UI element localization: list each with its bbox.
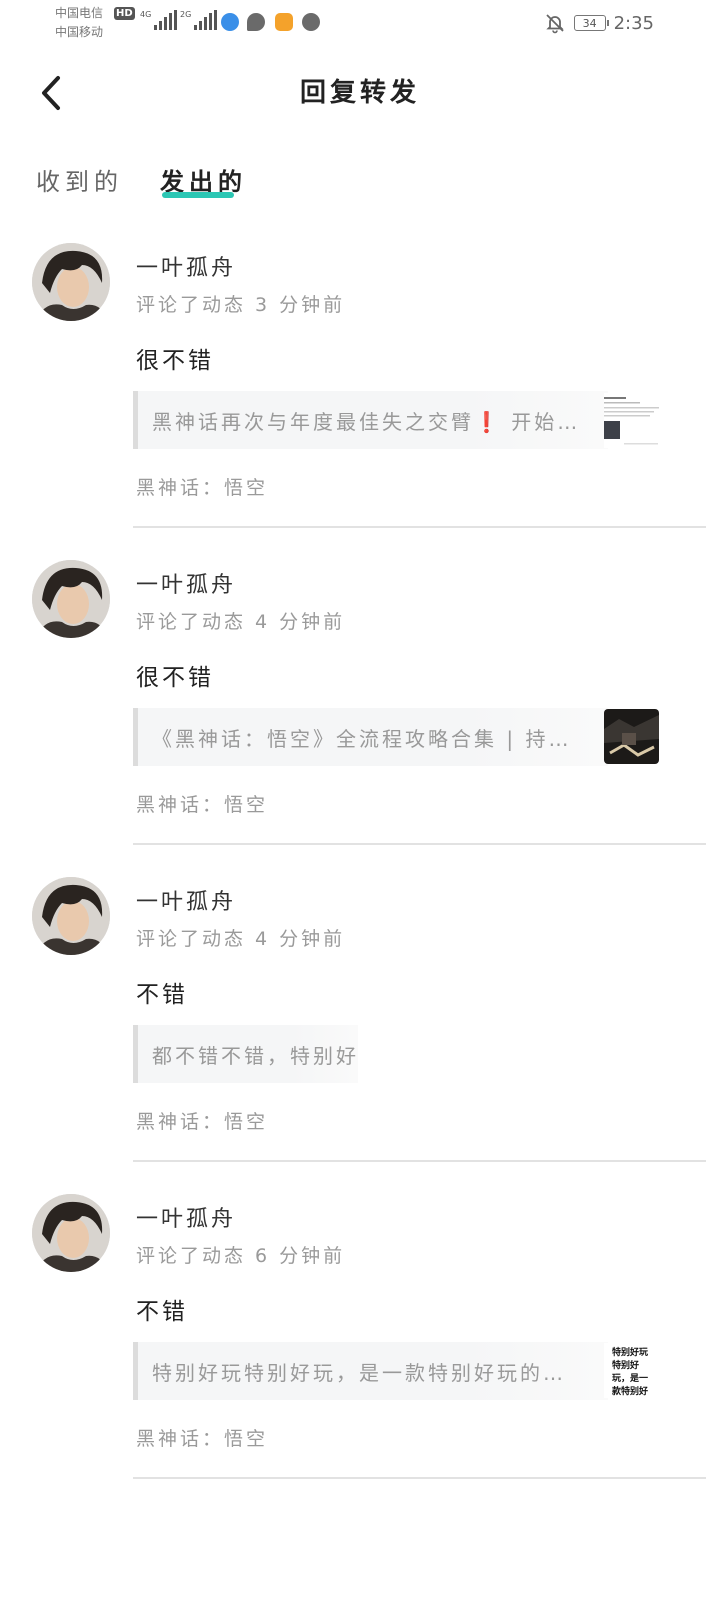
topic-label[interactable]: 黑神话：悟空	[136, 1107, 268, 1134]
network-4g-label: 4G	[140, 10, 152, 19]
quoted-post[interactable]: 特别好玩特别好玩，是一款特别好玩的…	[133, 1342, 608, 1400]
carrier-labels: 中国电信 中国移动	[55, 4, 103, 42]
quoted-post-text: 特别好玩特别好玩，是一款特别好玩的…	[152, 1361, 566, 1385]
signal-2g-icon: 2G	[180, 10, 218, 30]
app-notification-icon	[275, 13, 293, 31]
topic-label[interactable]: 黑神话：悟空	[136, 790, 268, 817]
user-name[interactable]: 一叶孤舟	[136, 1201, 236, 1233]
quoted-post[interactable]: 黑神话再次与年度最佳失之交臂❗ 开始…	[133, 391, 608, 449]
user-name[interactable]: 一叶孤舟	[136, 567, 236, 599]
user-name[interactable]: 一叶孤舟	[136, 250, 236, 282]
avatar[interactable]	[32, 560, 110, 638]
carrier-1: 中国电信	[55, 6, 104, 20]
quoted-post-text: 都不错不错，特别好	[152, 1044, 359, 1068]
user-name[interactable]: 一叶孤舟	[136, 884, 236, 916]
hd-badge: HD	[114, 7, 135, 20]
quoted-post[interactable]: 都不错不错，特别好	[133, 1025, 358, 1083]
post-thumbnail[interactable]	[604, 709, 659, 764]
post-thumbnail[interactable]: 特别好玩特别好玩，是一款特别好玩的游戏	[604, 1343, 659, 1398]
avatar[interactable]	[32, 877, 110, 955]
active-tab-indicator	[162, 192, 234, 198]
activity-meta: 评论了动态 4 分钟前	[136, 928, 346, 950]
carrier-2: 中国移动	[55, 25, 104, 39]
network-2g-label: 2G	[180, 10, 192, 19]
wechat-icon	[302, 13, 320, 31]
activity-meta: 评论了动态 3 分钟前	[136, 294, 346, 316]
topic-label[interactable]: 黑神话：悟空	[136, 1424, 268, 1451]
activity-meta: 评论了动态 6 分钟前	[136, 1245, 346, 1267]
divider	[133, 843, 706, 845]
comment-text: 很不错	[136, 665, 214, 691]
quoted-post-text: 黑神话再次与年度最佳失之交臂❗ 开始…	[152, 410, 581, 434]
comment-text: 不错	[136, 982, 188, 1008]
divider	[133, 1160, 706, 1162]
silent-bell-icon	[545, 14, 564, 34]
avatar[interactable]	[32, 1194, 110, 1272]
divider	[133, 526, 706, 528]
activity-meta: 评论了动态 4 分钟前	[136, 611, 346, 633]
topic-label[interactable]: 黑神话：悟空	[136, 473, 268, 500]
tab-received[interactable]: 收到的	[36, 162, 123, 197]
status-right: 34 2:35	[544, 12, 654, 34]
page-title: 回复转发	[299, 78, 420, 108]
divider	[133, 1477, 706, 1479]
comment-text: 不错	[136, 1299, 188, 1325]
signal-4g-icon: 4G	[140, 10, 178, 30]
clock: 2:35	[613, 12, 654, 34]
quoted-post[interactable]: 《黑神话：悟空》全流程攻略合集 | 持…	[133, 708, 608, 766]
avatar[interactable]	[32, 243, 110, 321]
battery-icon: 34	[573, 15, 609, 31]
post-thumbnail[interactable]	[604, 393, 659, 448]
status-bar: 中国电信 中国移动 HD 4G 2G 34 2:35	[0, 0, 720, 50]
comment-text: 很不错	[136, 348, 214, 374]
browser-icon	[221, 13, 239, 31]
message-icon	[247, 13, 265, 31]
quoted-post-text: 《黑神话：悟空》全流程攻略合集 | 持…	[152, 727, 572, 751]
